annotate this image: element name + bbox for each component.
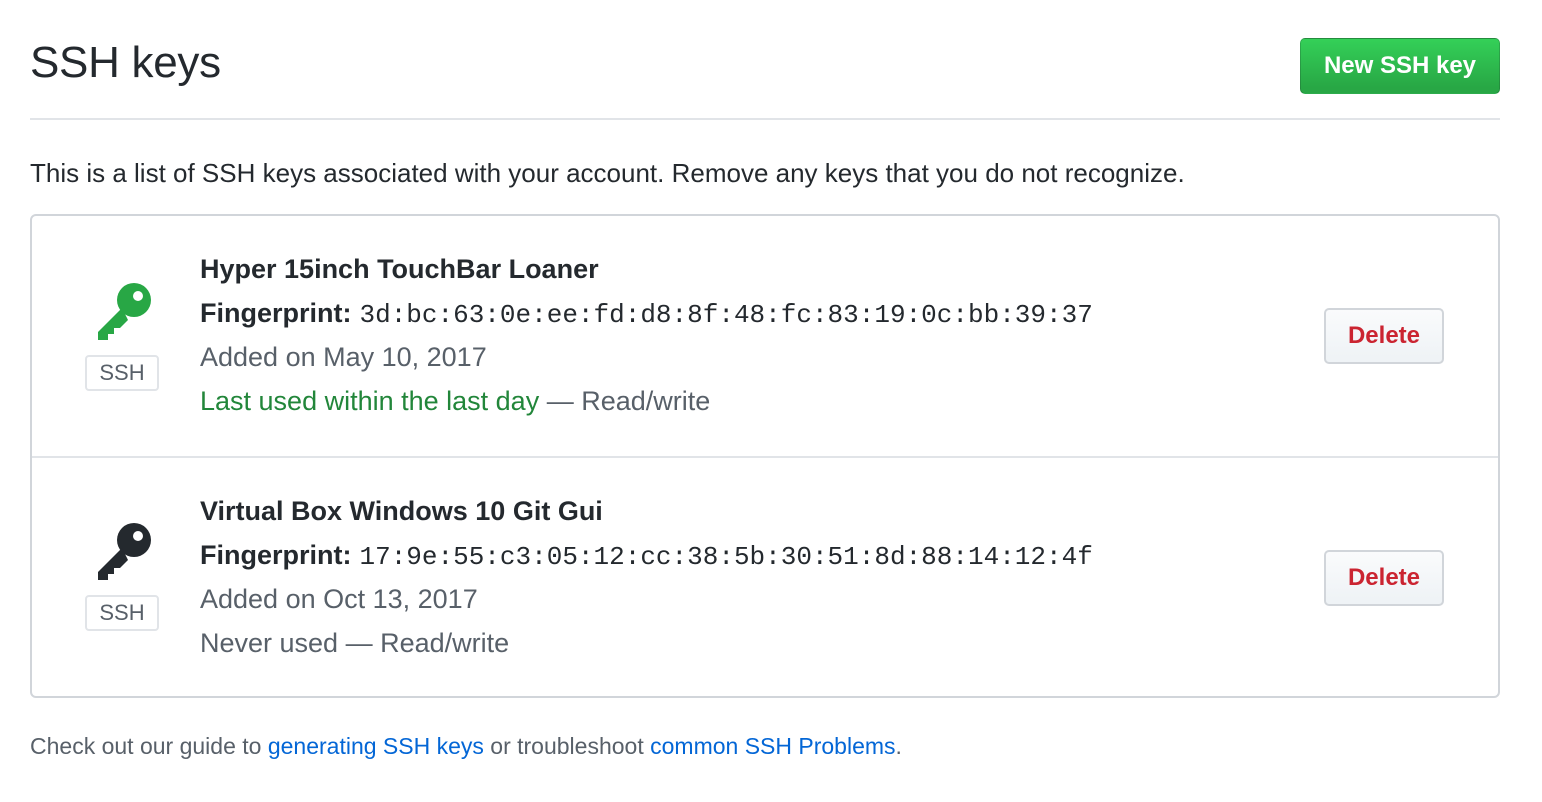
delete-key-button[interactable]: Delete xyxy=(1324,550,1444,606)
key-type-badge: SSH xyxy=(85,355,159,391)
intro-text: This is a list of SSH keys associated wi… xyxy=(30,158,1185,188)
fingerprint-value: 17:9e:55:c3:05:12:cc:38:5b:30:51:8d:88:1… xyxy=(359,542,1093,572)
footer-middle: or troubleshoot xyxy=(483,733,651,759)
key-usage: Last used within the last day — Read/wri… xyxy=(200,386,710,417)
key-fingerprint: Fingerprint: 17:9e:55:c3:05:12:cc:38:5b:3… xyxy=(200,540,1093,572)
ssh-key-list: SSH Hyper 15inch TouchBar Loaner Fingerp… xyxy=(30,214,1500,698)
key-usage: Never used — Read/write xyxy=(200,628,509,659)
footer-prefix: Check out our guide to xyxy=(30,733,268,759)
new-ssh-key-button[interactable]: New SSH key xyxy=(1300,38,1500,94)
title-divider xyxy=(30,118,1500,120)
page-title: SSH keys xyxy=(30,38,221,87)
key-access: — Read/write xyxy=(338,628,510,658)
key-title: Virtual Box Windows 10 Git Gui xyxy=(200,496,603,526)
delete-key-button[interactable]: Delete xyxy=(1324,308,1444,364)
key-icon xyxy=(98,523,151,580)
fingerprint-value: 3d:bc:63:0e:ee:fd:d8:8f:48:fc:83:19:0c:b… xyxy=(359,300,1093,330)
fingerprint-label: Fingerprint: xyxy=(200,298,352,328)
key-fingerprint: Fingerprint: 3d:bc:63:0e:ee:fd:d8:8f:48:f… xyxy=(200,298,1093,330)
footer-suffix: . xyxy=(895,733,902,759)
key-last-used: Never used xyxy=(200,628,339,658)
key-last-used: Last used within the last day xyxy=(200,386,540,416)
common-ssh-problems-link[interactable]: common SSH Problems xyxy=(650,733,895,759)
key-type-badge: SSH xyxy=(85,595,159,631)
generating-ssh-keys-link[interactable]: generating SSH keys xyxy=(268,733,484,759)
key-title: Hyper 15inch TouchBar Loaner xyxy=(200,254,599,284)
key-icon xyxy=(98,283,151,340)
footer-note: Check out our guide to generating SSH ke… xyxy=(30,733,902,760)
key-added-date: Added on May 10, 2017 xyxy=(200,342,487,372)
key-added-date: Added on Oct 13, 2017 xyxy=(200,584,478,614)
key-access: — Read/write xyxy=(539,386,711,416)
fingerprint-label: Fingerprint: xyxy=(200,540,352,570)
ssh-key-item: SSH Virtual Box Windows 10 Git Gui Finge… xyxy=(32,458,1498,698)
ssh-key-item: SSH Hyper 15inch TouchBar Loaner Fingerp… xyxy=(32,216,1498,458)
